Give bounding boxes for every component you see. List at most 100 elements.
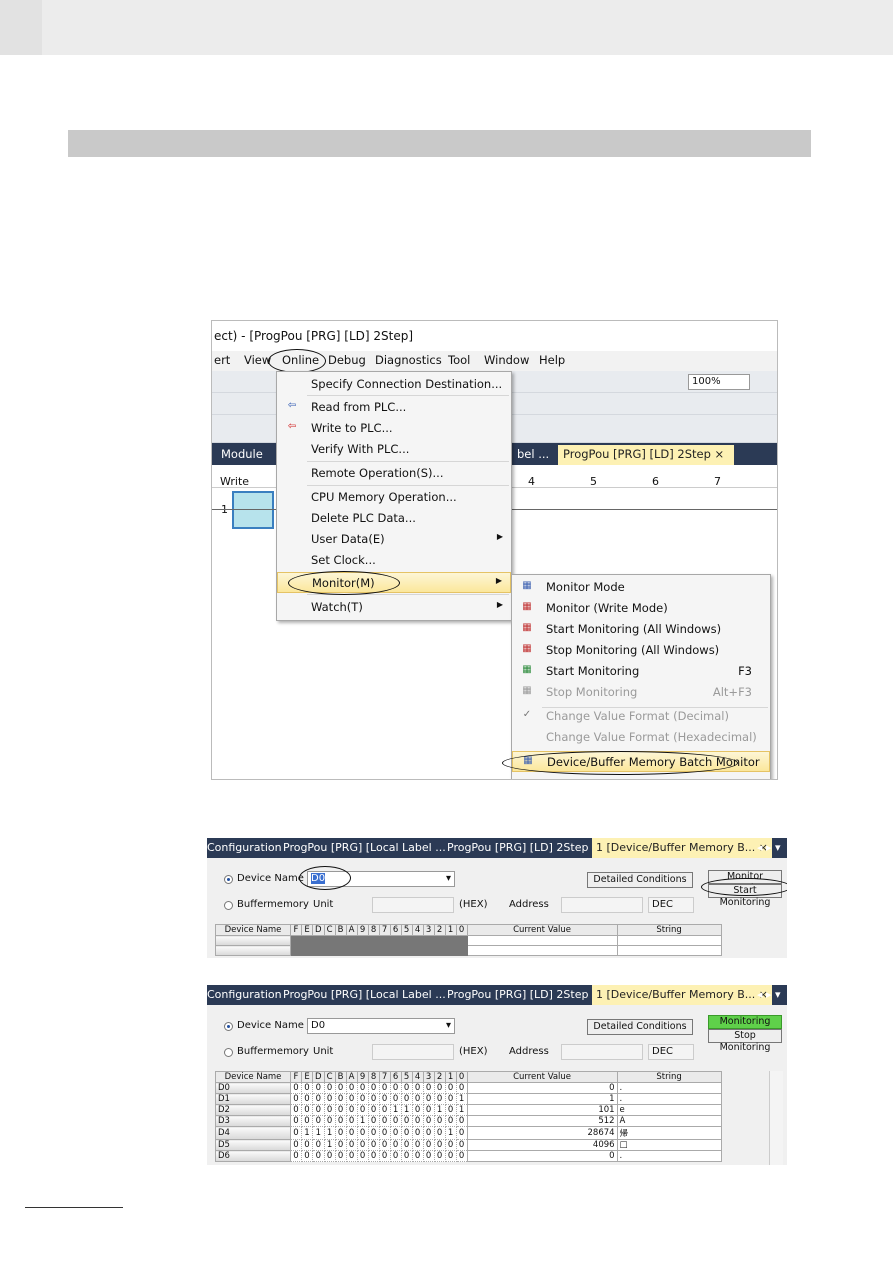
current-value-cell[interactable]: 512	[466, 1115, 618, 1127]
bit-cell[interactable]	[323, 935, 336, 946]
bit-cell[interactable]: 0	[367, 1104, 380, 1116]
bit-cell[interactable]: 0	[290, 1139, 302, 1151]
bit-cell[interactable]: 0	[334, 1082, 347, 1094]
bit-cell[interactable]: 0	[433, 1093, 446, 1105]
bit-cell[interactable]: 0	[290, 1093, 302, 1105]
tab-3[interactable]: 1 [Device/Buffer Memory B... ×	[592, 985, 772, 1005]
bit-cell[interactable]	[334, 945, 347, 956]
dec-select[interactable]: DEC	[648, 897, 694, 913]
tab-0[interactable]: Configuration	[207, 841, 282, 854]
bit-cell[interactable]	[312, 945, 325, 956]
bit-cell[interactable]	[301, 945, 313, 956]
bit-cell[interactable]: 0	[345, 1139, 358, 1151]
bit-cell[interactable]: 0	[389, 1126, 402, 1140]
bit-cell[interactable]: 0	[411, 1104, 424, 1116]
bit-cell[interactable]: 0	[323, 1082, 336, 1094]
bit-cell[interactable]: 0	[422, 1082, 435, 1094]
bit-cell[interactable]	[378, 945, 391, 956]
bit-cell[interactable]	[323, 945, 336, 956]
tab-1[interactable]: ProgPou [PRG] [Local Label ...	[283, 841, 446, 854]
bit-cell[interactable]: 0	[345, 1082, 358, 1094]
menu-item-write-to-plc[interactable]: ⇦ Write to PLC...	[277, 418, 511, 439]
buffermemory-radio[interactable]	[224, 901, 233, 910]
bit-cell[interactable]	[389, 945, 402, 956]
device-cell[interactable]	[215, 935, 291, 946]
bit-cell[interactable]: 0	[378, 1139, 391, 1151]
bit-cell[interactable]: 0	[301, 1082, 313, 1094]
current-value-cell[interactable]: 28674	[466, 1126, 618, 1140]
bit-cell[interactable]: 0	[367, 1082, 380, 1094]
bit-cell[interactable]: 0	[290, 1115, 302, 1127]
bit-cell[interactable]: 0	[411, 1093, 424, 1105]
menu-item-delete-plc-data[interactable]: Delete PLC Data...	[277, 508, 511, 529]
bit-cell[interactable]: 0	[345, 1104, 358, 1116]
bit-cell[interactable]: 0	[444, 1115, 457, 1127]
bit-cell[interactable]: 0	[389, 1093, 402, 1105]
device-cell[interactable]	[215, 945, 291, 956]
bit-cell[interactable]: 0	[334, 1126, 347, 1140]
bit-cell[interactable]: 0	[356, 1104, 369, 1116]
bit-cell[interactable]: 0	[422, 1104, 435, 1116]
bit-cell[interactable]: 0	[367, 1093, 380, 1105]
bit-cell[interactable]: 0	[389, 1115, 402, 1127]
bit-cell[interactable]: 0	[455, 1150, 468, 1162]
bit-cell[interactable]: 0	[334, 1150, 347, 1162]
device-name-radio[interactable]	[224, 1022, 233, 1031]
bit-cell[interactable]: 0	[411, 1139, 424, 1151]
detailed-conditions-button[interactable]: Detailed Conditions	[587, 1019, 693, 1035]
bit-cell[interactable]: 0	[378, 1104, 391, 1116]
current-value-cell[interactable]	[466, 945, 618, 956]
bit-cell[interactable]: 0	[345, 1093, 358, 1105]
bit-cell[interactable]	[455, 945, 468, 956]
menu-item-watch-t[interactable]: Watch(T) ▶	[277, 597, 511, 618]
bit-cell[interactable]	[334, 935, 347, 946]
bit-cell[interactable]	[345, 945, 358, 956]
cursor-cell[interactable]	[232, 491, 274, 529]
bit-cell[interactable]	[411, 945, 424, 956]
bit-cell[interactable]: 0	[312, 1115, 325, 1127]
bit-cell[interactable]: 0	[444, 1139, 457, 1151]
bit-cell[interactable]: 0	[411, 1126, 424, 1140]
vertical-scrollbar[interactable]	[769, 1071, 783, 1165]
bit-cell[interactable]	[455, 935, 468, 946]
menu-item-set-clock[interactable]: Set Clock...	[277, 550, 511, 571]
bit-cell[interactable]: 0	[400, 1115, 413, 1127]
bit-cell[interactable]: 0	[301, 1115, 313, 1127]
bit-cell[interactable]: 0	[389, 1082, 402, 1094]
bit-cell[interactable]: 0	[356, 1126, 369, 1140]
bit-cell[interactable]: 0	[455, 1082, 468, 1094]
bit-cell[interactable]: 0	[301, 1150, 313, 1162]
bit-cell[interactable]: 0	[301, 1093, 313, 1105]
current-value-cell[interactable]: 101	[466, 1104, 618, 1116]
menu-item-change-value-format-hexadecimal[interactable]: Change Value Format (Hexadecimal)	[512, 727, 770, 748]
bit-cell[interactable]	[312, 935, 325, 946]
bit-cell[interactable]: 0	[422, 1126, 435, 1140]
tab-module[interactable]: Module	[216, 445, 268, 465]
device-cell[interactable]: D1	[215, 1093, 291, 1105]
tab-3[interactable]: 1 [Device/Buffer Memory B... ×	[592, 838, 772, 858]
bit-cell[interactable]: 0	[411, 1115, 424, 1127]
bit-cell[interactable]: 0	[356, 1093, 369, 1105]
bit-cell[interactable]: 0	[312, 1082, 325, 1094]
bit-cell[interactable]: 0	[422, 1115, 435, 1127]
bit-cell[interactable]	[433, 945, 446, 956]
bit-cell[interactable]: 0	[356, 1150, 369, 1162]
bit-cell[interactable]: 1	[301, 1126, 313, 1140]
menu-diagnostics[interactable]: Diagnostics	[375, 353, 442, 367]
menu-item-remote-operation-s[interactable]: Remote Operation(S)...	[277, 463, 511, 484]
bit-cell[interactable]: 0	[312, 1150, 325, 1162]
bit-cell[interactable]: 0	[400, 1082, 413, 1094]
bit-cell[interactable]: 0	[290, 1082, 302, 1094]
bit-cell[interactable]: 1	[323, 1126, 336, 1140]
bit-cell[interactable]	[356, 945, 369, 956]
buffermemory-radio[interactable]	[224, 1048, 233, 1057]
bit-cell[interactable]	[411, 935, 424, 946]
address-input[interactable]	[561, 1044, 643, 1060]
bit-cell[interactable]: 1	[389, 1104, 402, 1116]
bit-cell[interactable]	[389, 935, 402, 946]
menu-item-cpu-memory-operation[interactable]: CPU Memory Operation...	[277, 487, 511, 508]
tab-label[interactable]: bel ...	[512, 445, 554, 465]
bit-cell[interactable]: 0	[290, 1150, 302, 1162]
tab-2[interactable]: ProgPou [PRG] [LD] 2Step	[447, 988, 588, 1001]
current-value-cell[interactable]	[466, 935, 618, 946]
